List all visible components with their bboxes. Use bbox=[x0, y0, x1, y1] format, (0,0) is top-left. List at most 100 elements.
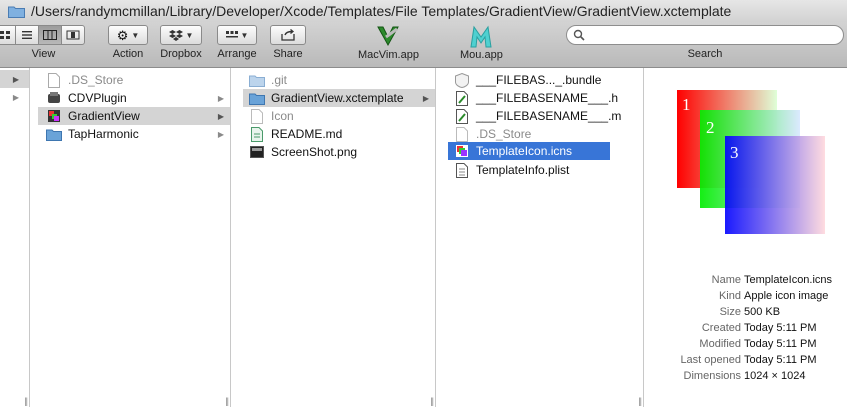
action-label: Action bbox=[112, 48, 144, 60]
info-key: Dimensions bbox=[683, 370, 741, 382]
list-item[interactable]: GradientView.xctemplate ▶ bbox=[243, 89, 435, 107]
window-path: /Users/randymcmillan/Library/Developer/X… bbox=[31, 3, 732, 19]
dropbox-control: ▼ Dropbox bbox=[160, 25, 202, 60]
column-resize-handle[interactable]: || bbox=[430, 396, 434, 406]
disclosure-arrow-icon: ▶ bbox=[217, 93, 224, 103]
info-value: TemplateIcon.icns bbox=[744, 274, 833, 286]
mou-shortcut[interactable]: Mou.app bbox=[460, 25, 503, 61]
disclosure-arrow-icon: ▶ bbox=[12, 74, 19, 84]
item-label: ___FILEBAS..._.bundle bbox=[476, 73, 602, 87]
column-resize-handle[interactable]: || bbox=[24, 396, 28, 406]
file-icon bbox=[46, 72, 62, 88]
coverflow-view-button[interactable] bbox=[61, 25, 85, 45]
list-item[interactable]: README.md bbox=[243, 125, 435, 143]
toolbar: View ⚙ ▼ Action ▼ Dropbox ▼ Arrange Shar… bbox=[0, 22, 847, 68]
source-file-icon bbox=[454, 108, 470, 124]
app-icon bbox=[46, 90, 62, 106]
view-control: View bbox=[0, 25, 85, 60]
item-label: .DS_Store bbox=[476, 127, 532, 141]
list-item[interactable]: .DS_Store bbox=[38, 71, 230, 89]
list-item[interactable]: .git bbox=[243, 71, 435, 89]
arrange-control: ▼ Arrange bbox=[217, 25, 257, 60]
info-row: Kind Apple icon image bbox=[651, 290, 847, 306]
list-item[interactable]: ▶ bbox=[0, 88, 29, 106]
item-label: ___FILEBASENAME___.m bbox=[476, 109, 622, 123]
list-item[interactable]: ___FILEBASENAME___.h bbox=[448, 89, 643, 107]
search-input[interactable] bbox=[589, 29, 829, 41]
text-file-icon bbox=[249, 126, 265, 142]
list-item[interactable]: TemplateInfo.plist bbox=[448, 161, 643, 179]
file-icon bbox=[249, 108, 265, 124]
info-key: Last opened bbox=[680, 354, 741, 366]
column-2: .git GradientView.xctemplate ▶ Icon READ… bbox=[243, 68, 436, 407]
list-item[interactable]: ▶ bbox=[0, 70, 29, 88]
info-value: 500 KB bbox=[744, 306, 781, 318]
column-resize-handle[interactable]: || bbox=[225, 396, 229, 406]
folder-icon bbox=[249, 90, 265, 106]
disclosure-arrow-icon: ▶ bbox=[12, 92, 19, 102]
item-label: TapHarmonic bbox=[68, 127, 139, 141]
info-value: Apple icon image bbox=[744, 290, 829, 302]
info-key: Kind bbox=[718, 290, 741, 302]
column-browser: ▶ ▶ || .DS_Store CDVPlugin ▶ GradientVie… bbox=[0, 68, 847, 407]
list-item[interactable]: ___FILEBASENAME___.m bbox=[448, 107, 643, 125]
template-icon-preview: 1 2 3 bbox=[677, 90, 825, 234]
info-value: Today 5:11 PM bbox=[744, 354, 817, 366]
mou-label: Mou.app bbox=[460, 49, 503, 61]
list-item[interactable]: TemplateIcon.icns bbox=[448, 142, 610, 160]
info-key: Size bbox=[719, 306, 741, 318]
folder-icon bbox=[8, 5, 25, 18]
share-button[interactable] bbox=[270, 25, 306, 45]
info-row: Size 500 KB bbox=[651, 306, 847, 322]
list-view-button[interactable] bbox=[15, 25, 39, 45]
search-label: Search bbox=[687, 48, 723, 60]
dropbox-button[interactable]: ▼ bbox=[160, 25, 202, 45]
search-field[interactable] bbox=[566, 25, 844, 45]
grid-icon bbox=[0, 31, 10, 39]
item-label: CDVPlugin bbox=[68, 91, 127, 105]
folder-icon bbox=[46, 126, 62, 142]
action-button[interactable]: ⚙ ▼ bbox=[108, 25, 148, 45]
arrange-button[interactable]: ▼ bbox=[217, 25, 257, 45]
list-item[interactable]: ___FILEBAS..._.bundle bbox=[448, 71, 643, 89]
folder-icon bbox=[249, 72, 265, 88]
icon-number: 2 bbox=[706, 118, 715, 137]
column-resize-handle[interactable]: || bbox=[638, 396, 642, 406]
item-label: ___FILEBASENAME___.h bbox=[476, 91, 619, 105]
search-control: Search bbox=[566, 25, 844, 60]
macvim-label: MacVim.app bbox=[358, 49, 419, 61]
dropbox-icon bbox=[168, 30, 183, 41]
columns-icon bbox=[43, 30, 57, 40]
coverflow-icon bbox=[66, 30, 80, 40]
item-label: ScreenShot.png bbox=[271, 145, 358, 159]
list-item[interactable]: .DS_Store bbox=[448, 125, 643, 143]
list-item[interactable]: GradientView ▶ bbox=[38, 107, 230, 125]
macvim-shortcut[interactable]: MacVim.app bbox=[358, 25, 419, 61]
info-key: Created bbox=[701, 322, 741, 334]
info-value: Today 5:11 PM bbox=[744, 322, 817, 334]
list-item[interactable]: Icon bbox=[243, 107, 435, 125]
column-0: ▶ ▶ || bbox=[0, 68, 30, 407]
list-item[interactable]: ScreenShot.png bbox=[243, 143, 435, 161]
icon-view-button[interactable] bbox=[0, 25, 16, 45]
list-item[interactable]: CDVPlugin ▶ bbox=[38, 89, 230, 107]
macvim-icon bbox=[375, 25, 401, 49]
title-bar: /Users/randymcmillan/Library/Developer/X… bbox=[0, 0, 847, 22]
header-file-icon bbox=[454, 90, 470, 106]
search-icon bbox=[573, 29, 585, 41]
image-file-icon bbox=[249, 144, 265, 160]
list-item[interactable]: TapHarmonic ▶ bbox=[38, 125, 230, 143]
disclosure-arrow-icon: ▶ bbox=[217, 129, 224, 139]
bundle-icon bbox=[454, 72, 470, 88]
file-icon bbox=[454, 126, 470, 142]
disclosure-arrow-icon: ▶ bbox=[422, 93, 429, 103]
info-row: Last opened Today 5:11 PM bbox=[651, 354, 847, 370]
view-label: View bbox=[31, 48, 56, 60]
info-value: 1024 × 1024 bbox=[744, 370, 806, 382]
item-label: GradientView bbox=[68, 109, 140, 123]
column-view-button[interactable] bbox=[38, 25, 62, 45]
list-icon bbox=[22, 31, 32, 39]
arrange-icon bbox=[225, 31, 238, 38]
column-1: .DS_Store CDVPlugin ▶ GradientView ▶ Tap… bbox=[38, 68, 231, 407]
icns-file-icon bbox=[454, 143, 470, 159]
